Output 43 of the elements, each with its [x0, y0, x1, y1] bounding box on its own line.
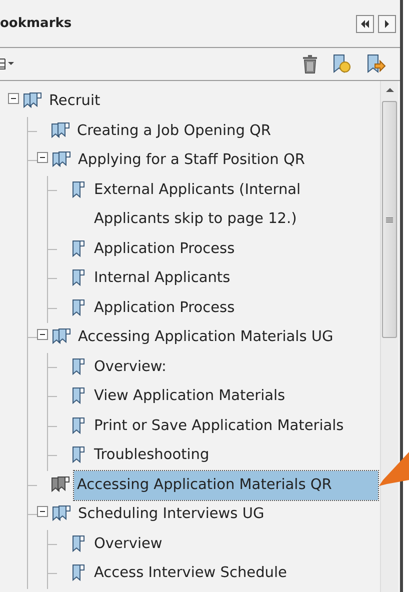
scrollbar[interactable]: [380, 81, 398, 592]
bookmark-item[interactable]: View Application Materials: [94, 382, 286, 412]
bookmark-item[interactable]: Accessing Application Materials QR: [74, 470, 378, 500]
bookmark-item[interactable]: Internal Applicants: [94, 264, 230, 294]
delete-icon[interactable]: [302, 53, 318, 75]
bookmark-item[interactable]: External Applicants (Internal Applicants skip to page 12.): [94, 176, 380, 234]
panel-title: ookmarks: [0, 16, 72, 31]
bookmark-item[interactable]: Print or Save Application Materials: [94, 412, 344, 441]
bookmark-item[interactable]: Overview: [94, 530, 162, 559]
bookmark-item[interactable]: Application Process: [94, 294, 235, 323]
bookmark-item[interactable]: Scheduling Interviews UG: [75, 500, 268, 529]
bookmarks-icon: [50, 474, 70, 494]
bookmarks-icon: [51, 327, 71, 347]
bookmark-item[interactable]: Applying for a Staff Position QR: [75, 146, 308, 175]
right-arrow-icon: [384, 20, 390, 28]
up-arrow-icon[interactable]: [386, 87, 394, 93]
new-bookmark-icon[interactable]: [332, 53, 352, 75]
bookmarks-icon: [51, 504, 71, 524]
minus-icon: [10, 95, 17, 102]
collapse-toggle[interactable]: [37, 506, 48, 517]
options-menu-icon[interactable]: [0, 58, 16, 70]
bookmarks-icon: [22, 91, 42, 111]
collapse-panel-button[interactable]: [356, 14, 374, 32]
bookmarks-icon: [50, 120, 70, 140]
bookmark-item[interactable]: Application Process: [94, 234, 235, 264]
bookmark-item[interactable]: Overview:: [94, 352, 166, 382]
bookmark-item[interactable]: Creating a Job Opening QR: [74, 116, 274, 146]
bookmark-item[interactable]: Accessing Application Materials UG: [75, 323, 336, 352]
grip-icon: [386, 216, 393, 222]
collapse-toggle[interactable]: [37, 152, 48, 163]
bookmarks-icon: [51, 150, 71, 170]
bookmark-arrow-icon[interactable]: [366, 53, 386, 75]
minus-icon: [39, 331, 46, 338]
expand-button[interactable]: [378, 14, 396, 32]
collapse-toggle[interactable]: [8, 93, 19, 104]
bookmark-item[interactable]: Recruit: [46, 87, 104, 116]
bookmark-item[interactable]: Access Interview Schedule: [94, 559, 287, 588]
double-left-arrow-icon: [360, 20, 370, 28]
collapse-toggle[interactable]: [37, 329, 48, 340]
minus-icon: [39, 154, 46, 161]
minus-icon: [39, 508, 46, 515]
bookmark-item[interactable]: Troubleshooting: [94, 441, 210, 470]
arrow-icon: [379, 452, 409, 486]
